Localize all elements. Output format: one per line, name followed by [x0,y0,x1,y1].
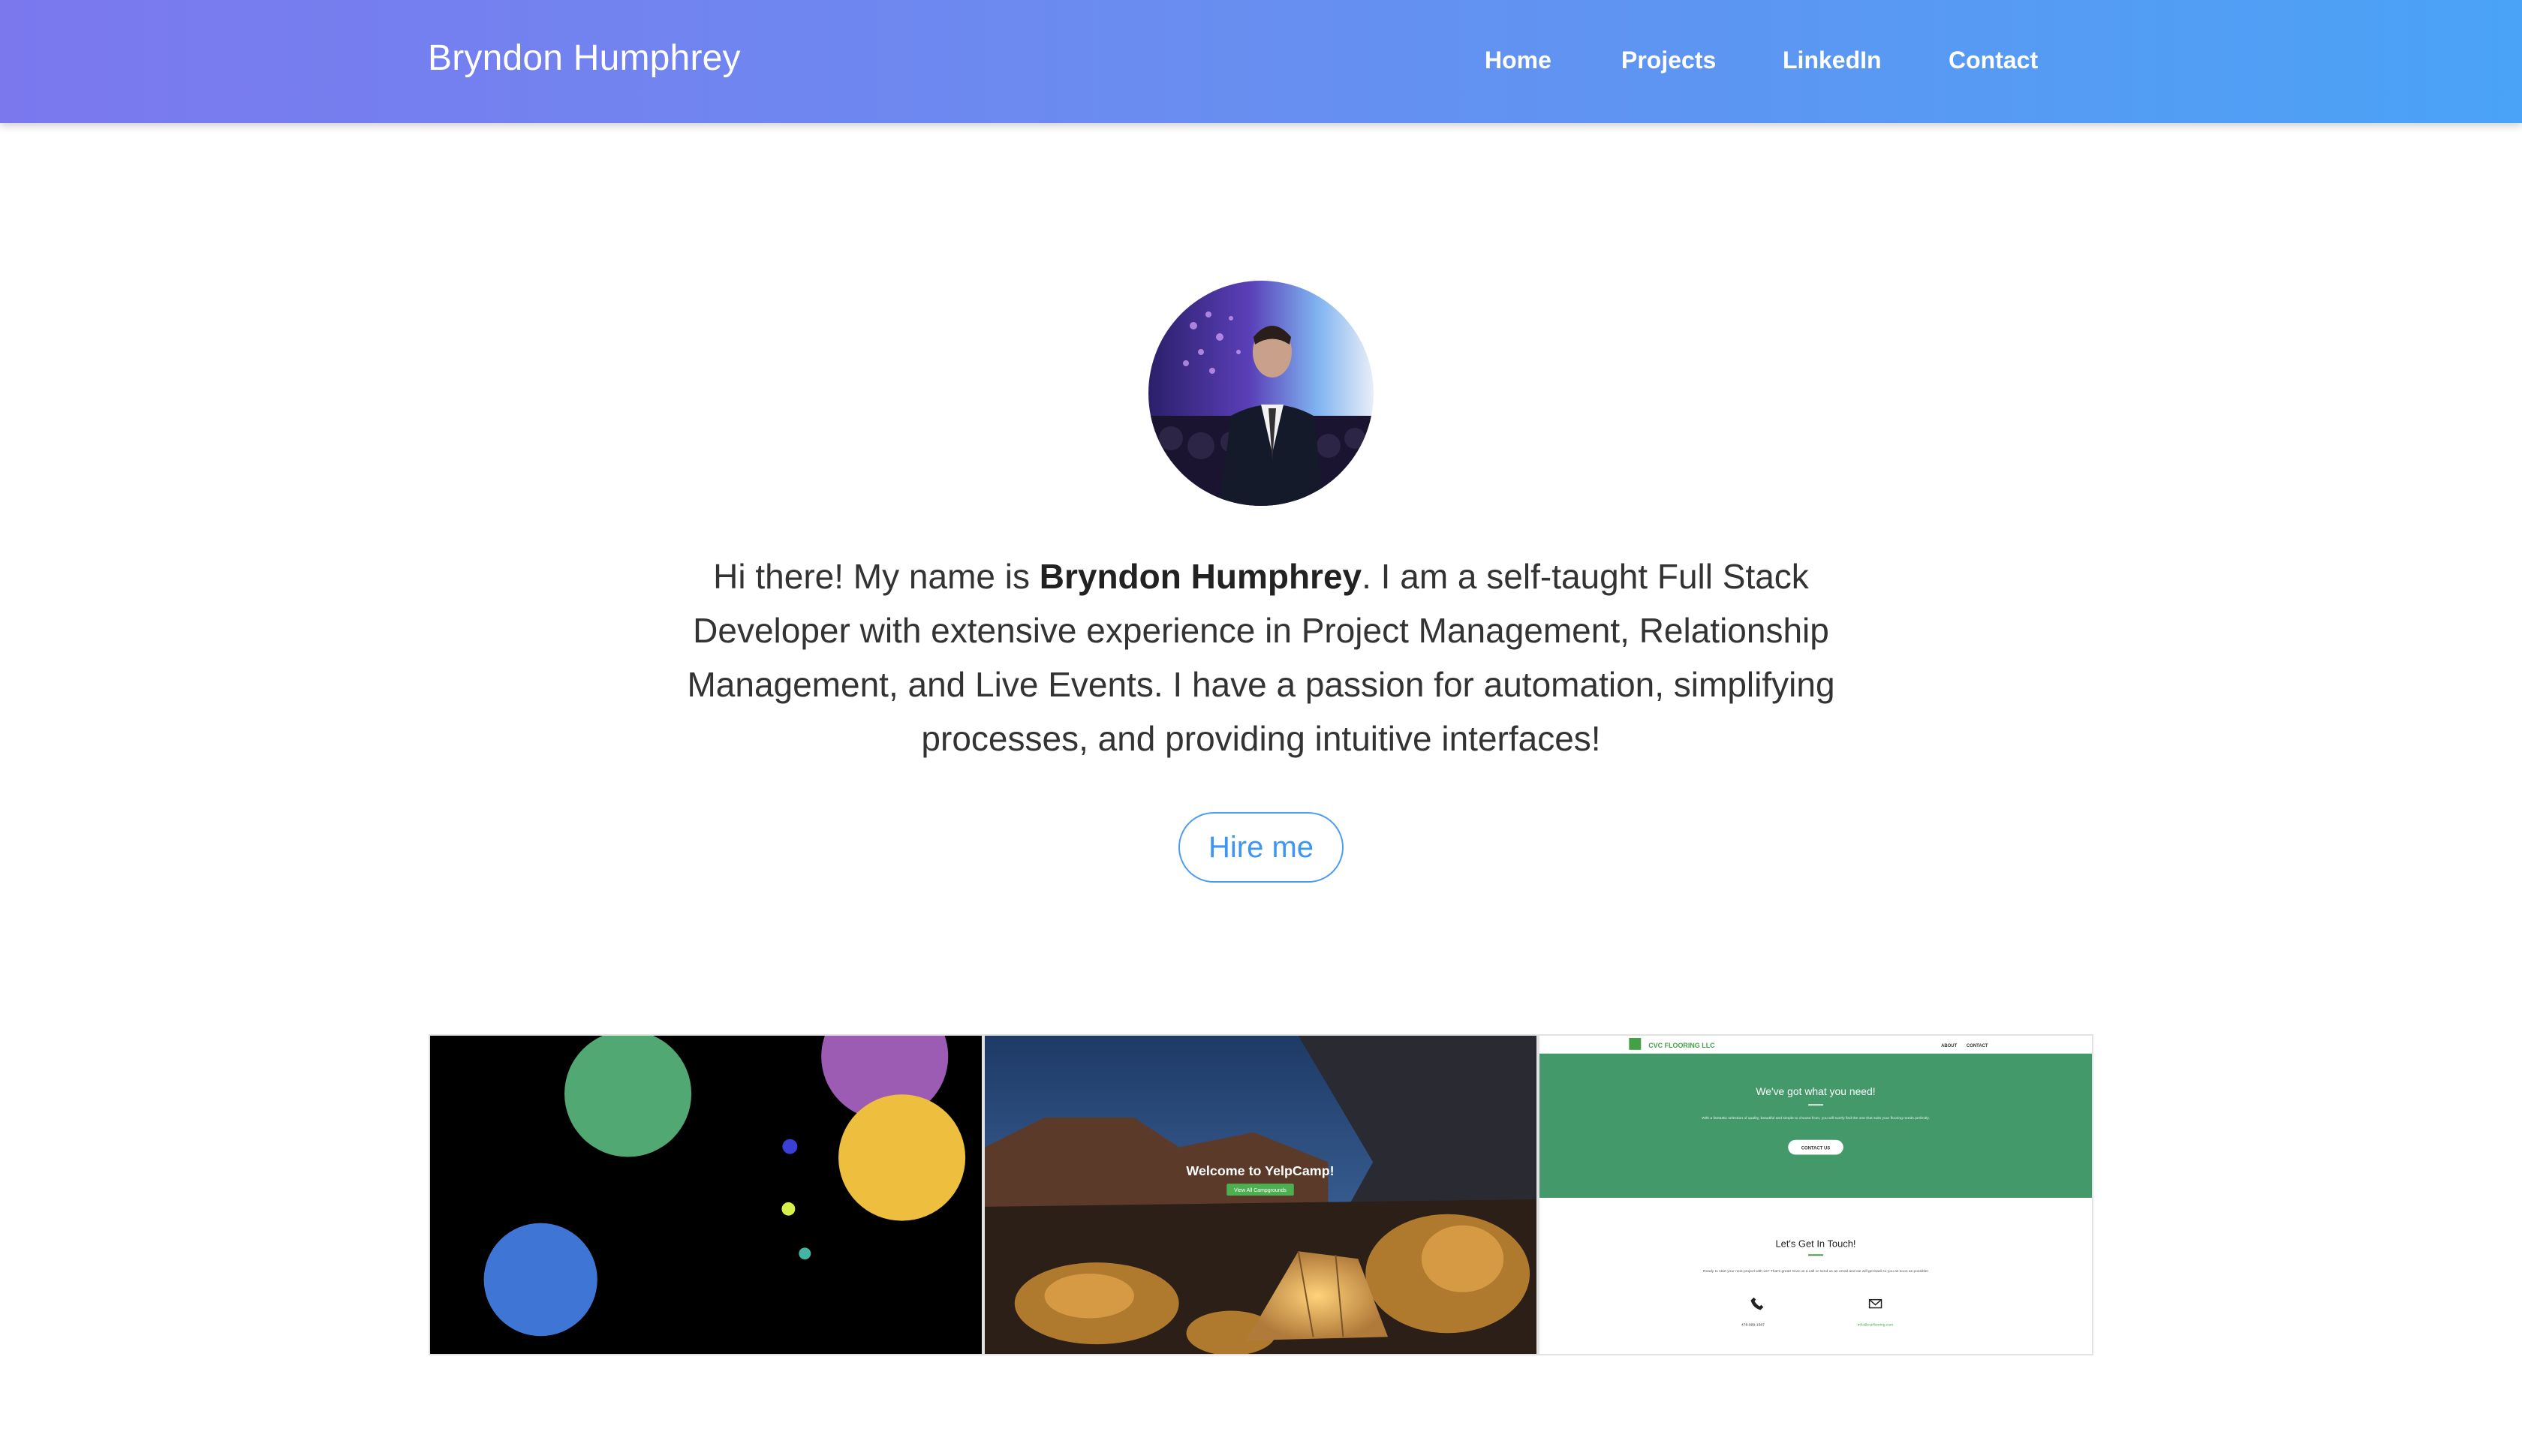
cvc-hero-title: We've got what you need! [1756,1085,1875,1097]
bubble-yellow [838,1094,966,1221]
yelpcamp-screenshot: Welcome to YelpCamp! View All Campground… [985,1036,1536,1354]
cvc-contact-title: Let's Get In Touch! [1775,1238,1855,1249]
yelpcamp-title: Welcome to YelpCamp! [1186,1163,1334,1178]
yelpcamp-cta-label: View All Campgrounds [1234,1188,1287,1193]
nav-linkedin[interactable]: LinkedIn [1783,47,1882,74]
hire-me-button[interactable]: Hire me [1178,812,1344,883]
bubble-green [564,1036,692,1157]
cvc-logo [1629,1037,1642,1050]
dot-teal [799,1247,811,1260]
dot-blue [782,1139,798,1154]
project-card-bubbles[interactable] [429,1034,983,1355]
profile-avatar [1148,281,1374,506]
dot-yellow [781,1202,796,1216]
cvc-nav-about: ABOUT [1941,1044,1958,1048]
project-card-yelpcamp[interactable]: Welcome to YelpCamp! View All Campground… [983,1034,1538,1355]
brand-link[interactable]: Bryndon Humphrey [428,38,741,79]
cvc-brand: CVC FLOORING LLC [1648,1042,1715,1049]
cvc-email: info@cvcflooring.com [1858,1322,1894,1327]
bubble-blue [483,1223,597,1337]
intro-text: Hi there! My name is Bryndon Humphrey. I… [676,549,1846,766]
nav-home[interactable]: Home [1485,47,1551,74]
cvc-hero-button-label: CONTACT US [1801,1147,1831,1151]
navbar: Bryndon Humphrey Home Projects LinkedIn … [0,0,2522,123]
project-card-cvc-flooring[interactable]: CVC FLOORING LLC ABOUT CONTACT We've got… [1538,1034,2093,1355]
cvc-nav-contact: CONTACT [1967,1044,1988,1048]
cvc-phone: 478-999-1587 [1741,1322,1765,1327]
cvc-flooring-screenshot: CVC FLOORING LLC ABOUT CONTACT We've got… [1539,1036,2092,1354]
intro-prefix: Hi there! My name is [713,557,1040,596]
cvc-hero [1539,1053,2092,1198]
intro-name: Bryndon Humphrey [1039,557,1362,596]
cvc-contact-text: Ready to start your next project with us… [1703,1269,1928,1274]
bubbles-screenshot [430,1036,982,1354]
nav-projects[interactable]: Projects [1621,47,1716,74]
cvc-hero-text: With a fantastic selection of quality, b… [1702,1116,1930,1121]
nav-contact[interactable]: Contact [1949,47,2038,74]
